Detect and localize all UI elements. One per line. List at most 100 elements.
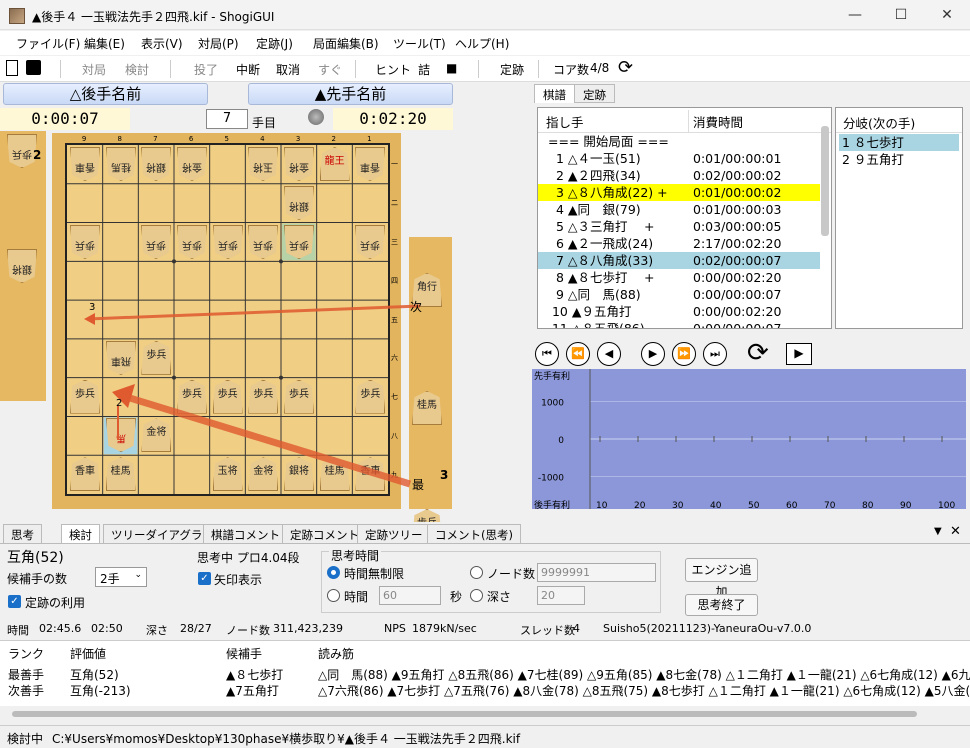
move-now-button[interactable]: すぐ xyxy=(318,61,342,78)
play-icon[interactable]: ▶ xyxy=(786,343,812,365)
kifu-row[interactable]: 3 △８八角成(22) + 0:01/00:00:02 xyxy=(538,184,820,201)
time-input[interactable]: 60 xyxy=(379,586,441,605)
shogi-piece[interactable]: 玉将 xyxy=(212,457,243,492)
save-icon[interactable] xyxy=(26,60,41,75)
shogi-piece[interactable]: 金将 xyxy=(248,457,279,492)
close-panel-icon[interactable]: ✕ xyxy=(950,524,961,539)
stop-button[interactable]: ■ xyxy=(446,61,457,75)
shogi-piece[interactable]: 歩兵 xyxy=(248,225,278,259)
back-many-button[interactable]: ⏪ xyxy=(566,342,590,366)
time-radio[interactable] xyxy=(327,589,340,602)
bottom-tab[interactable]: 定跡コメント xyxy=(282,524,367,544)
tab-joseki[interactable]: 定跡 xyxy=(574,84,615,103)
kifu-row[interactable]: 5 △３三角打 + 0:03/00:00:05 xyxy=(538,218,820,235)
menu-help[interactable]: ヘルプ(H) xyxy=(455,35,509,52)
kifu-list[interactable]: 指し手 消費時間 === 開始局面 === 1 △４一玉(51) 0:01/00:… xyxy=(537,107,832,329)
kifu-row[interactable]: 11 △８五飛(86) 0:00/00:00:07 xyxy=(538,320,820,328)
kentou-button[interactable]: 検討 xyxy=(125,61,149,78)
pv-table[interactable]: ランク 評価値 候補手 読み筋 最善手 互角(52) ▲８七歩打 △同 馬(88) ▲… xyxy=(0,640,970,706)
new-file-icon[interactable] xyxy=(6,60,18,76)
undo-button[interactable]: 取消 xyxy=(276,61,300,78)
shogi-piece[interactable]: 歩兵 xyxy=(213,225,243,259)
shogi-piece[interactable]: 桂馬 xyxy=(105,457,136,492)
menu-edit[interactable]: 編集(E) xyxy=(84,35,125,52)
node-radio[interactable] xyxy=(470,566,483,579)
hint-button[interactable]: ヒント xyxy=(375,61,411,78)
interrupt-button[interactable]: 中断 xyxy=(236,61,260,78)
last-move-button[interactable]: ⏭ xyxy=(703,342,727,366)
kifu-row[interactable]: 2 ▲２四飛(34) 0:02/00:00:02 xyxy=(538,167,820,184)
bottom-tab[interactable]: 思考 xyxy=(3,524,42,544)
menu-view[interactable]: 表示(V) xyxy=(141,35,183,52)
shogi-piece[interactable]: 歩兵 xyxy=(284,225,314,259)
first-move-button[interactable]: ⏮ xyxy=(535,342,559,366)
taikyoku-button[interactable]: 対局 xyxy=(82,61,106,78)
shogi-piece[interactable]: 歩兵 xyxy=(70,225,100,259)
kifu-row[interactable]: 6 ▲２一飛成(24) 2:17/00:02:20 xyxy=(538,235,820,252)
move-number-input[interactable]: 7 xyxy=(206,109,248,129)
gote-hand-piece[interactable]: 銀将 xyxy=(7,249,37,283)
shogi-piece[interactable]: 歩兵 xyxy=(355,379,386,414)
kifu-row[interactable]: 7 △８八角成(33) 0:02/00:00:07 xyxy=(538,252,820,269)
minimize-button[interactable]: — xyxy=(832,0,878,30)
depth-radio[interactable] xyxy=(470,589,483,602)
forward-button[interactable]: ▶ xyxy=(641,342,665,366)
menu-game[interactable]: 対局(P) xyxy=(198,35,239,52)
tab-kifu[interactable]: 棋譜 xyxy=(534,84,575,103)
joseki-checkbox[interactable]: ✓ xyxy=(8,595,21,608)
branch-item[interactable]: 1 ８七歩打 xyxy=(839,134,959,151)
close-window-button[interactable]: ✕ xyxy=(924,0,970,30)
resign-button[interactable]: 投了 xyxy=(194,61,218,78)
flip-board-icon[interactable]: ⟳ xyxy=(747,339,769,367)
bottom-tab[interactable]: 定跡ツリー xyxy=(357,524,431,544)
menu-file[interactable]: ファイル(F) xyxy=(16,35,80,52)
forward-many-button[interactable]: ⏩ xyxy=(672,342,696,366)
menu-joseki[interactable]: 定跡(J) xyxy=(256,35,293,52)
candidates-select[interactable]: 2手 ⌄ xyxy=(95,567,147,587)
kifu-row[interactable]: === 開始局面 === xyxy=(538,133,820,150)
add-engine-button[interactable]: エンジン追加 xyxy=(685,558,758,599)
maximize-button[interactable]: ☐ xyxy=(878,0,924,30)
kifu-row[interactable]: 1 △４一玉(51) 0:01/00:00:01 xyxy=(538,150,820,167)
board-grid[interactable]: 香車 桂馬 銀将 金将 玉将 金将 龍王 香車 銀将 歩兵 歩兵 歩兵 歩兵 歩兵 歩兵 歩兵 飛車 歩兵 歩兵 歩兵… xyxy=(65,143,390,496)
pv-horizontal-scrollbar[interactable] xyxy=(0,706,970,723)
shogi-piece[interactable]: 歩兵 xyxy=(248,379,279,414)
shogi-piece[interactable]: 歩兵 xyxy=(212,379,243,414)
shogi-piece[interactable]: 歩兵 xyxy=(70,379,100,414)
node-input[interactable]: 9999991 xyxy=(537,563,656,582)
arrow-checkbox[interactable]: ✓ xyxy=(198,572,211,585)
shogi-piece[interactable]: 桂馬 xyxy=(319,457,350,492)
kifu-row[interactable]: 10 ▲９五角打 0:00/00:02:20 xyxy=(538,303,820,320)
menu-tools[interactable]: ツール(T) xyxy=(393,35,446,52)
shogi-piece[interactable]: 歩兵 xyxy=(284,379,314,414)
unlimited-radio[interactable] xyxy=(327,566,340,579)
refresh-icon[interactable]: ⟳ xyxy=(618,57,633,78)
shogi-piece[interactable]: 金将 xyxy=(284,147,314,181)
shogi-piece[interactable]: 金将 xyxy=(177,147,207,181)
shogi-piece[interactable]: 歩兵 xyxy=(141,340,172,375)
branch-item[interactable]: 2 ９五角打 xyxy=(839,151,959,168)
joseki-button[interactable]: 定跡 xyxy=(500,61,524,78)
bottom-tab[interactable]: 検討 xyxy=(61,524,100,544)
end-think-button[interactable]: 思考終了 xyxy=(685,594,758,616)
kifu-scrollbar[interactable] xyxy=(821,126,829,236)
kifu-row[interactable]: 8 ▲８七歩打 + 0:00/00:02:20 xyxy=(538,269,820,286)
shogi-piece[interactable]: 銀将 xyxy=(284,186,314,220)
bottom-tab[interactable]: コメント(思考) xyxy=(427,524,521,544)
kifu-row[interactable]: 9 △同 馬(88) 0:00/00:00:07 xyxy=(538,286,820,303)
shogi-piece[interactable]: 香車 xyxy=(70,147,100,181)
back-button[interactable]: ◀ xyxy=(597,342,621,366)
menu-position-edit[interactable]: 局面編集(B) xyxy=(313,35,379,52)
dropdown-icon[interactable]: ▼ xyxy=(934,526,942,537)
shogi-piece[interactable]: 香車 xyxy=(355,457,386,492)
shogi-piece[interactable]: 銀将 xyxy=(284,457,314,492)
kifu-row[interactable]: 4 ▲同 銀(79) 0:01/00:00:03 xyxy=(538,201,820,218)
shogi-piece[interactable]: 歩兵 xyxy=(355,225,385,259)
shogi-piece[interactable]: 龍王 xyxy=(319,147,350,181)
tsume-button[interactable]: 詰 xyxy=(418,61,430,78)
scroll-thumb[interactable] xyxy=(12,711,917,717)
bottom-tab[interactable]: 棋譜コメント xyxy=(203,524,288,544)
shogi-piece[interactable]: 歩兵 xyxy=(141,225,171,259)
eval-graph[interactable]: 200010000-1000-2000102030405060708090100… xyxy=(532,369,966,511)
sente-hand-piece[interactable]: 桂馬 xyxy=(412,391,442,425)
